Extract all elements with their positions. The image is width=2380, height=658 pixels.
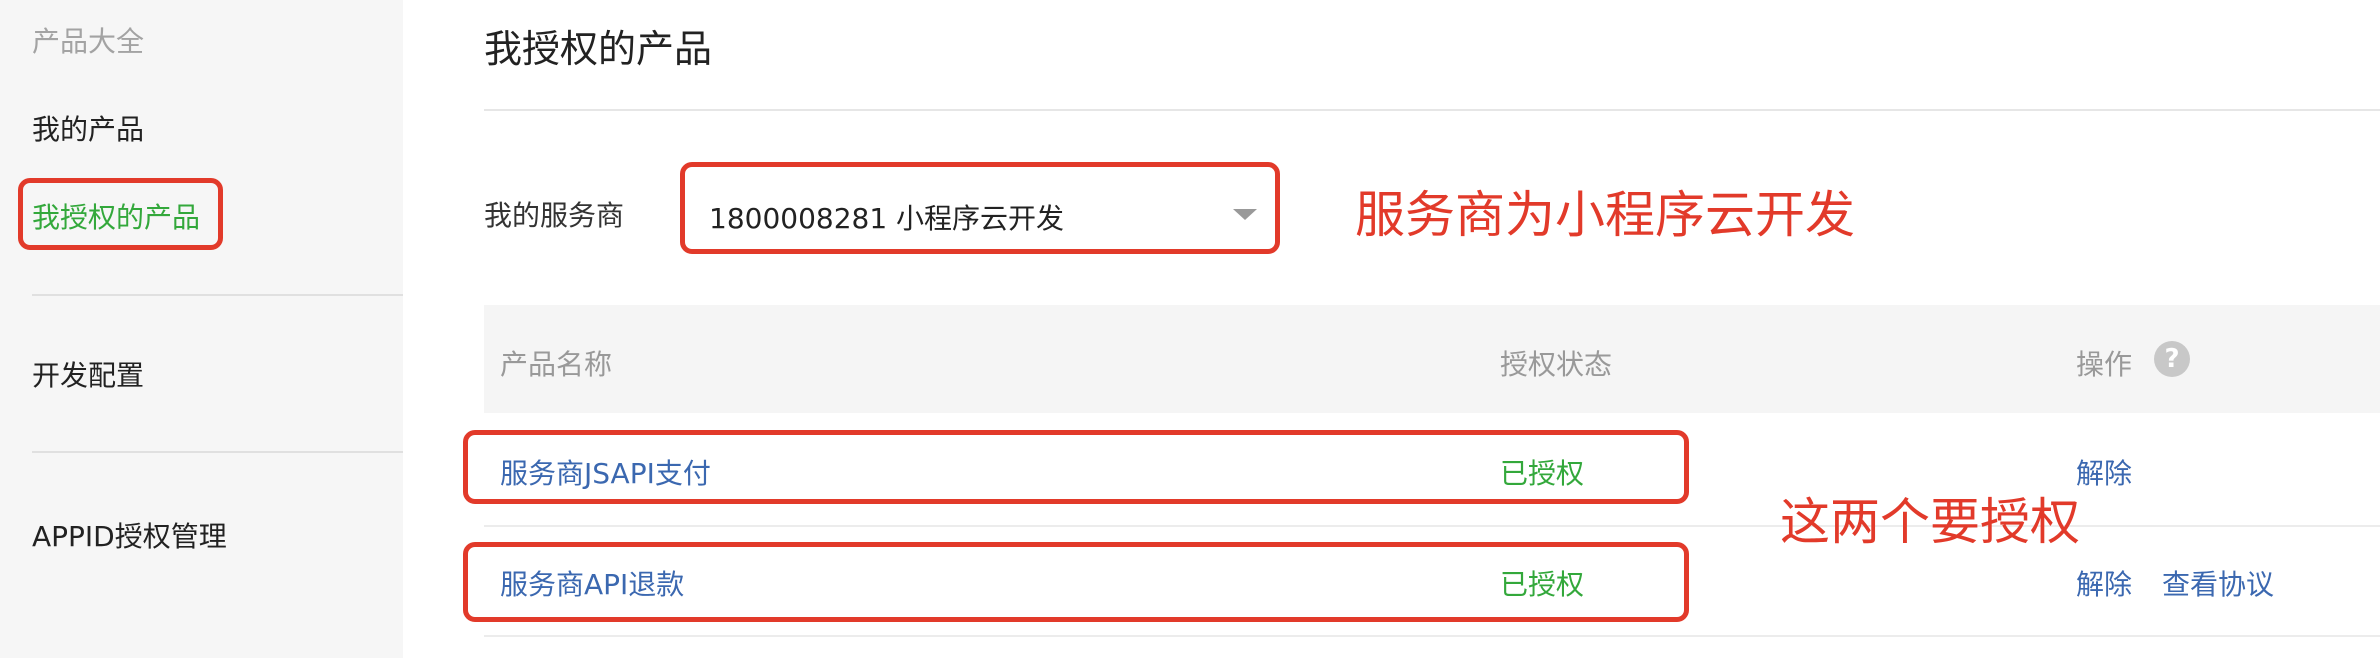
- product-name-link[interactable]: 服务商API退款: [500, 563, 684, 603]
- row-divider: [484, 635, 2380, 637]
- sidebar-item-authorized-products[interactable]: 我授权的产品: [32, 196, 200, 236]
- view-agreement-link[interactable]: 查看协议: [2162, 563, 2274, 603]
- provider-select-value: 1800008281 小程序云开发: [709, 202, 1065, 235]
- table-header: 产品名称 授权状态 操作 ?: [484, 305, 2380, 413]
- sidebar-item-appid-auth[interactable]: APPID授权管理: [32, 515, 227, 555]
- page-title: 我授权的产品: [484, 27, 713, 71]
- column-header-actions: 操作: [2076, 348, 2133, 381]
- sidebar-item-dev-config[interactable]: 开发配置: [32, 354, 144, 394]
- column-header-product-name: 产品名称: [500, 348, 613, 381]
- provider-select[interactable]: 1800008281 小程序云开发: [680, 162, 1280, 254]
- chevron-down-icon: [1233, 209, 1257, 220]
- column-header-auth-status: 授权状态: [1500, 348, 1613, 381]
- sidebar-divider: [32, 451, 403, 453]
- sidebar-item-my-products[interactable]: 我的产品: [32, 108, 144, 148]
- sidebar-heading: 产品大全: [32, 25, 145, 58]
- row-divider: [484, 525, 2380, 527]
- status-badge: 已授权: [1500, 568, 1585, 601]
- product-name-link[interactable]: 服务商JSAPI支付: [500, 452, 711, 492]
- annotation-rows: 这两个要授权: [1780, 493, 2080, 551]
- revoke-button[interactable]: 解除: [2076, 452, 2132, 492]
- provider-label: 我的服务商: [484, 199, 625, 232]
- sidebar: 产品大全 我的产品 我授权的产品 开发配置 APPID授权管理: [0, 0, 403, 658]
- status-badge: 已授权: [1500, 457, 1585, 490]
- revoke-button[interactable]: 解除: [2076, 563, 2132, 603]
- annotation-provider: 服务商为小程序云开发: [1355, 186, 1855, 244]
- title-divider: [484, 109, 2380, 111]
- sidebar-divider: [32, 294, 403, 296]
- question-circle-icon[interactable]: ?: [2154, 341, 2190, 377]
